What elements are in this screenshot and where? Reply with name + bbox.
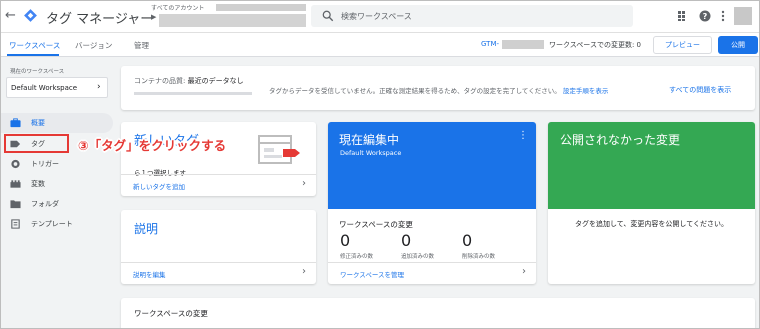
chevron-right-icon: › (302, 178, 306, 189)
sidebar-item-label: テンプレート (31, 220, 73, 228)
chevron-right-icon: ▶ (151, 13, 157, 21)
currently-editing-header: 現在編集中 Default Workspace ⋮ (328, 122, 536, 209)
sidebar-item-label: 変数 (31, 180, 45, 188)
screen: ← タグ マネージャー すべてのアカウント ▶ ? (0, 0, 760, 329)
modified-count: 0 (340, 231, 351, 250)
chevron-right-icon: › (97, 82, 101, 92)
workspace-changes-card-title: ワークスペースの変更 (134, 309, 208, 318)
more-vert-icon[interactable] (717, 10, 729, 22)
tab-versions[interactable]: バージョン (75, 40, 112, 51)
workspace-name: Default Workspace (11, 84, 78, 92)
currently-editing-card: 現在編集中 Default Workspace ⋮ ワークスペースの変更 0 修… (328, 122, 536, 284)
quality-label-text: コンテナの品質: (134, 77, 186, 85)
deleted-label: 削除済みの数 (462, 254, 496, 260)
sidebar-item-triggers[interactable]: トリガー (1, 154, 113, 174)
variables-icon (10, 180, 21, 188)
unpublished-changes-message: タグを追加して、変更内容を公開してください。 (574, 220, 729, 228)
current-workspace-name: Default Workspace (340, 149, 402, 157)
container-id-redacted (502, 40, 544, 49)
description-card[interactable]: 説明 説明を編集 › (121, 210, 316, 284)
template-icon (11, 219, 20, 229)
help-icon[interactable]: ? (699, 10, 711, 22)
container-quality-label: コンテナの品質: 最近のデータなし (134, 76, 244, 86)
added-label: 追加済みの数 (401, 254, 435, 260)
folder-icon (10, 200, 21, 209)
sidebar-item-folders[interactable]: フォルダ (1, 194, 113, 214)
active-tab-indicator (7, 54, 59, 56)
manage-workspaces-footer[interactable]: ワークスペースを管理 › (328, 262, 536, 284)
tag-illustration-icon (258, 135, 300, 164)
edit-description-link[interactable]: 説明を編集 (133, 269, 166, 279)
description-footer[interactable]: 説明を編集 › (121, 262, 316, 284)
tab-workspace[interactable]: ワークスペース (9, 40, 60, 51)
description-title: 説明 (134, 222, 159, 236)
quality-message: タグからデータを受信していません。正確な測定結果を得るため、タグの設定を完了して… (269, 85, 608, 95)
view-all-issues-link[interactable]: すべての問題を表示 (669, 85, 731, 95)
preview-button[interactable]: プレビュー (653, 36, 712, 54)
quality-message-text: タグからデータを受信していません。正確な測定結果を得るため、タグの設定を完了して… (269, 87, 561, 95)
container-name-redacted (159, 14, 306, 27)
chevron-right-icon: › (302, 266, 306, 277)
unpublished-changes-header: 公開されなかった変更 (548, 122, 755, 209)
more-vert-icon[interactable]: ⋮ (518, 130, 528, 141)
container-quality-bar: コンテナの品質: 最近のデータなし タグからデータを受信していません。正確な測定… (121, 66, 755, 110)
manage-workspaces-link[interactable]: ワークスペースを管理 (340, 269, 404, 279)
unpublished-changes-card: 公開されなかった変更 タグを追加して、変更内容を公開してください。 (548, 122, 755, 284)
sidebar-item-label: フォルダ (31, 200, 59, 208)
setup-instructions-link[interactable]: 設定手順を表示 (563, 87, 609, 95)
currently-editing-title: 現在編集中 (339, 133, 400, 147)
chevron-right-icon: › (522, 266, 526, 277)
workspace-selector[interactable]: Default Workspace › (6, 77, 108, 98)
briefcase-icon (10, 118, 21, 128)
add-new-tag-link[interactable]: 新しいタグを追加 (133, 181, 185, 191)
search-input[interactable] (341, 8, 621, 24)
tag-manager-logo-icon (24, 9, 37, 22)
tags-highlight-box (4, 134, 69, 153)
unpublished-changes-title: 公開されなかった変更 (560, 133, 681, 147)
sidebar-item-overview[interactable]: 概要 (1, 113, 113, 133)
workspace-nav-bar: ワークスペース バージョン 管理 GTM- ワークスペースでの変更数: 0 プレ… (1, 33, 759, 57)
avatar[interactable] (734, 7, 752, 25)
account-selector[interactable]: すべてのアカウント ▶ (151, 3, 306, 31)
trigger-icon (11, 159, 20, 169)
new-tag-footer[interactable]: 新しいタグを追加 › (121, 174, 316, 196)
back-arrow-icon[interactable]: ← (5, 9, 19, 23)
sidebar-item-label: 概要 (31, 119, 45, 127)
tab-admin[interactable]: 管理 (134, 40, 149, 51)
account-label: すべてのアカウント (151, 5, 205, 12)
workspace-changes-title: ワークスペースの変更 (339, 220, 413, 229)
container-id: GTM- (481, 40, 500, 48)
top-bar: ← タグ マネージャー すべてのアカウント ▶ ? (1, 1, 759, 33)
search-icon (322, 10, 334, 22)
deleted-count: 0 (462, 231, 473, 250)
apps-grid-icon[interactable] (677, 10, 689, 22)
modified-label: 修正済みの数 (340, 254, 374, 260)
quality-value: 最近のデータなし (187, 77, 244, 85)
current-workspace-label: 現在のワークスペース (10, 69, 65, 75)
workspace-changes-count: ワークスペースでの変更数: 0 (549, 41, 641, 49)
publish-button[interactable]: 公開 (718, 36, 758, 54)
sidebar-item-variables[interactable]: 変数 (1, 174, 113, 194)
instruction-callout: ③「タグ」をクリックする (78, 138, 227, 153)
account-name-redacted (216, 4, 306, 11)
sidebar-item-templates[interactable]: テンプレート (1, 214, 113, 234)
svg-text:?: ? (703, 12, 708, 21)
quality-meter (134, 92, 252, 95)
new-tag-card[interactable]: 新しいタグ ら１つ選択します 新しいタグを追加 › (121, 122, 316, 196)
added-count: 0 (401, 231, 412, 250)
sidebar: 現在のワークスペース Default Workspace › 概要 タグ トリガ… (1, 58, 116, 328)
sidebar-item-label: トリガー (31, 160, 59, 168)
app-title: タグ マネージャー (46, 12, 154, 27)
search-bar[interactable] (311, 5, 633, 27)
workspace-changes-card: ワークスペースの変更 (121, 298, 755, 328)
